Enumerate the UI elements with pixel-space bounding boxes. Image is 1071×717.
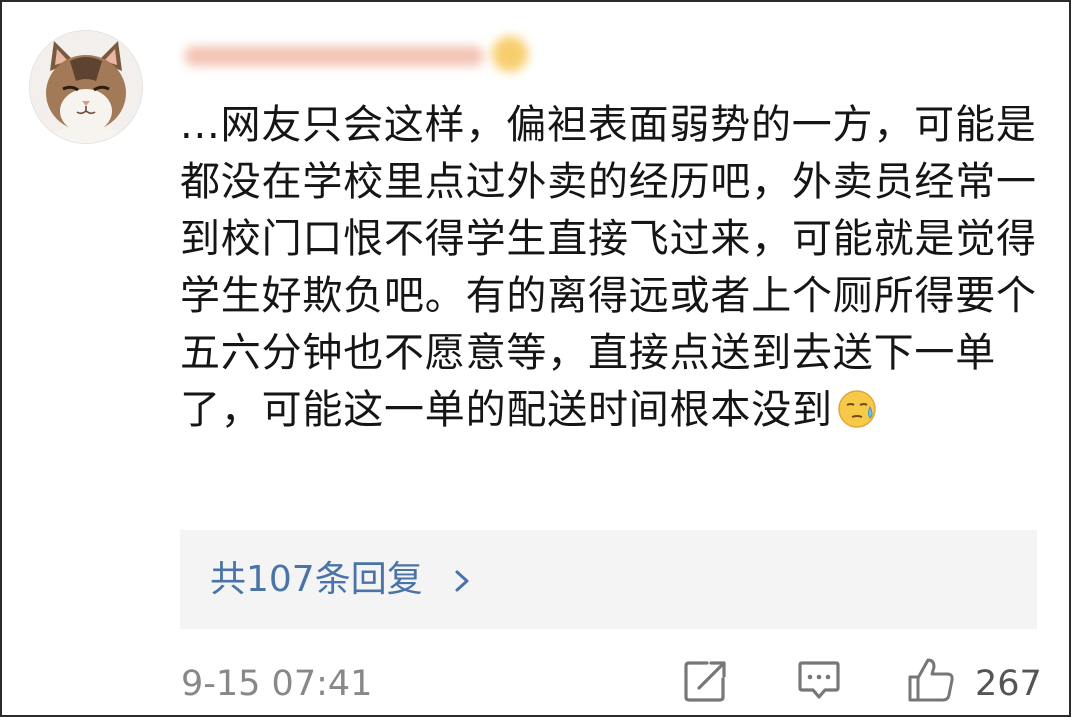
like-count: 267 bbox=[975, 664, 1042, 704]
avatar[interactable] bbox=[29, 30, 143, 144]
comment-icon[interactable] bbox=[797, 659, 841, 701]
cat-avatar-image bbox=[30, 31, 142, 143]
comment-card: ...网友只会这样，偏袒表面弱势的一方，可能是都没在学校里点过外卖的经历吧，外卖… bbox=[0, 0, 1071, 717]
username-blurred[interactable] bbox=[184, 28, 529, 80]
share-icon[interactable] bbox=[683, 659, 727, 703]
view-replies-button[interactable]: 共107条回复 bbox=[180, 530, 1037, 629]
comment-text: ...网友只会这样，偏袒表面弱势的一方，可能是都没在学校里点过外卖的经历吧，外卖… bbox=[180, 102, 1037, 433]
comment-timestamp: 9-15 07:41 bbox=[181, 664, 373, 704]
comment-body: ...网友只会这样，偏袒表面弱势的一方，可能是都没在学校里点过外卖的经历吧，外卖… bbox=[180, 97, 1040, 439]
sweat-emoji-icon bbox=[838, 390, 876, 428]
replies-count-label: 共107条回复 bbox=[210, 559, 423, 600]
username-redaction bbox=[184, 46, 484, 66]
thumbs-up-icon[interactable] bbox=[907, 657, 955, 703]
user-badge-icon bbox=[492, 36, 528, 72]
chevron-right-icon bbox=[455, 570, 469, 592]
